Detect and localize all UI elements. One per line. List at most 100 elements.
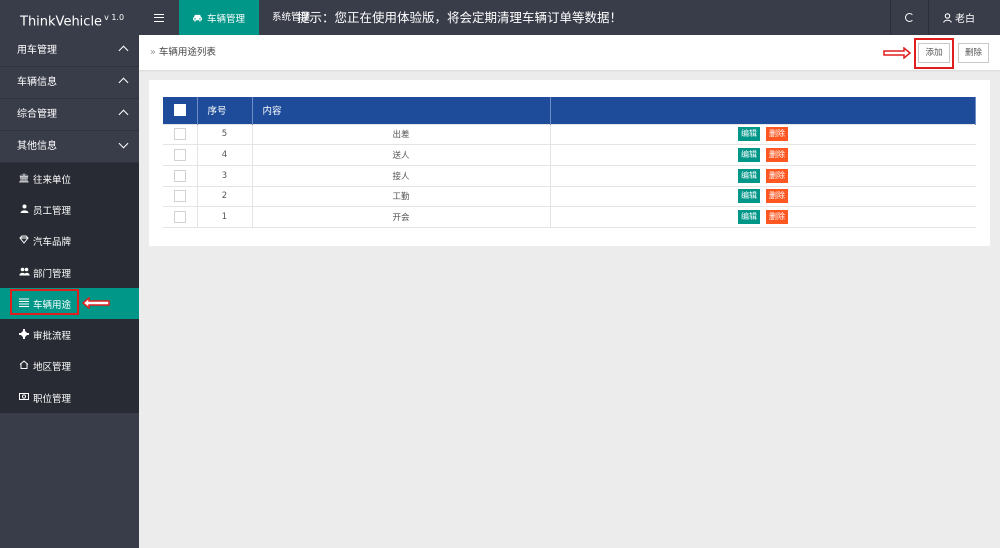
- row-content: 工勤: [252, 186, 551, 207]
- sidebar-group-vehicle-info[interactable]: 车辆信息: [0, 67, 139, 99]
- remove-button[interactable]: 删除: [766, 189, 788, 204]
- sidebar-item-departments[interactable]: 部门管理: [0, 257, 139, 288]
- remove-button[interactable]: 删除: [766, 210, 788, 225]
- row-content: 出差: [252, 124, 551, 145]
- workflow-icon: [18, 328, 30, 342]
- sidebar-item-label: 地区管理: [33, 362, 72, 374]
- select-all-checkbox[interactable]: [173, 104, 186, 117]
- table-card: 序号 内容 5 出差 编辑 删除 4 送人 编辑 删除 3 接人 编辑 删除 2…: [149, 80, 990, 246]
- annotation-highlight-box: [10, 289, 79, 315]
- sidebar-group-general[interactable]: 综合管理: [0, 99, 139, 131]
- remove-button[interactable]: 删除: [766, 127, 788, 142]
- sidebar-item-partners[interactable]: 🏛 往来单位: [0, 163, 139, 194]
- row-actions: 编辑 删除: [550, 207, 976, 228]
- breadcrumb-title: 车辆用途列表: [158, 47, 216, 58]
- bank-icon: 🏛: [18, 173, 30, 184]
- row-checkbox[interactable]: [173, 149, 186, 162]
- sidebar-group-label: 综合管理: [17, 109, 57, 120]
- sidebar-group-other[interactable]: 其他信息: [0, 131, 139, 163]
- sidebar-item-approval-flow[interactable]: 审批流程: [0, 319, 139, 350]
- delete-button[interactable]: 删除: [958, 43, 989, 63]
- table-row: 5 出差 编辑 删除: [163, 124, 976, 145]
- row-actions: 编辑 删除: [550, 145, 976, 166]
- hamburger-icon: [154, 13, 164, 22]
- row-select-cell: [163, 144, 198, 166]
- users-icon: [18, 267, 30, 279]
- edit-button[interactable]: 编辑: [738, 168, 760, 183]
- user-name: 老白: [955, 14, 975, 25]
- row-select-cell: [163, 186, 198, 207]
- row-content: 开会: [252, 206, 551, 228]
- tab-vehicle-label: 车辆管理: [207, 13, 246, 25]
- refresh-button[interactable]: [890, 0, 928, 35]
- remove-button[interactable]: 删除: [766, 168, 788, 183]
- row-checkbox[interactable]: [173, 211, 186, 224]
- remove-button[interactable]: 删除: [766, 148, 788, 163]
- row-index: 3: [197, 165, 253, 187]
- header-select-all[interactable]: [163, 97, 198, 124]
- edit-button[interactable]: 编辑: [738, 127, 760, 142]
- double-chevron-icon: »: [150, 47, 156, 58]
- home-icon: [18, 360, 30, 372]
- chevron-down-icon: [118, 138, 129, 149]
- edit-button[interactable]: 编辑: [738, 148, 760, 163]
- row-select-cell: [163, 165, 198, 187]
- sidebar-item-label: 员工管理: [33, 205, 72, 217]
- camera-icon: [18, 392, 30, 403]
- chevron-up-icon: [118, 77, 129, 88]
- version-label: v 1.0: [104, 13, 125, 22]
- row-select-cell: [163, 206, 198, 228]
- row-index: 1: [197, 206, 253, 228]
- table-row: 4 送人 编辑 删除: [163, 144, 976, 166]
- header-index: 序号: [197, 97, 253, 124]
- row-index: 5: [197, 124, 253, 145]
- tab-vehicle-management[interactable]: 车辆管理: [179, 0, 259, 35]
- breadcrumb: » 车辆用途列表: [150, 35, 216, 70]
- row-select-cell: [163, 124, 198, 145]
- sidebar-item-positions[interactable]: 职位管理: [0, 382, 139, 413]
- add-button[interactable]: 添加: [918, 43, 950, 63]
- sidebar-item-car-brands[interactable]: 汽车品牌: [0, 226, 139, 257]
- row-checkbox[interactable]: [173, 128, 186, 141]
- edit-button[interactable]: 编辑: [738, 189, 760, 204]
- table-row: 2 工勤 编辑 删除: [163, 186, 976, 207]
- table-header-row: 序号 内容: [163, 97, 976, 124]
- row-index: 2: [197, 186, 253, 207]
- main-content: » 车辆用途列表 添加 删除 序号 内容 5 出差 编辑 删除 4 送人 编辑 …: [139, 35, 1000, 548]
- car-icon: [193, 14, 202, 22]
- user-menu[interactable]: 老白: [928, 0, 1000, 35]
- row-checkbox[interactable]: [173, 190, 186, 203]
- sidebar-item-label: 部门管理: [33, 268, 72, 280]
- sidebar-item-employees[interactable]: 员工管理: [0, 194, 139, 225]
- row-actions: 编辑 删除: [550, 186, 976, 207]
- user-icon: [943, 12, 952, 23]
- row-content: 送人: [252, 144, 551, 166]
- header-actions: [550, 97, 976, 124]
- row-checkbox[interactable]: [173, 169, 186, 182]
- chevron-up-icon: [118, 45, 129, 56]
- brand-logo[interactable]: ThinkVehicle v 1.0: [0, 0, 139, 35]
- notice-banner: 提示：您正在使用体验版，将会定期清理车辆订单等数据！: [297, 10, 623, 25]
- sidebar-group-label: 其他信息: [17, 141, 57, 152]
- table-row: 3 接人 编辑 删除: [163, 165, 976, 187]
- menu-toggle-button[interactable]: [139, 0, 179, 35]
- sidebar-item-label: 审批流程: [33, 331, 72, 343]
- sidebar-group-car-use[interactable]: 用车管理: [0, 35, 139, 67]
- refresh-icon: [905, 13, 914, 22]
- sidebar-group-label: 车辆信息: [17, 77, 57, 88]
- purposes-table: 序号 内容 5 出差 编辑 删除 4 送人 编辑 删除 3 接人 编辑 删除 2…: [163, 97, 976, 228]
- table-row: 1 开会 编辑 删除: [163, 206, 976, 228]
- sidebar-item-label: 往来单位: [33, 174, 72, 186]
- diamond-icon: [18, 235, 30, 247]
- brand-name: ThinkVehicle: [20, 14, 103, 30]
- sidebar-item-label: 汽车品牌: [33, 237, 72, 249]
- top-bar: ThinkVehicle v 1.0 车辆管理 系统管理 提示：您正在使用体验版，…: [0, 0, 1000, 35]
- edit-button[interactable]: 编辑: [738, 210, 760, 225]
- row-content: 接人: [252, 165, 551, 187]
- sidebar-item-regions[interactable]: 地区管理: [0, 351, 139, 382]
- chevron-up-icon: [118, 109, 129, 120]
- header-content: 内容: [252, 97, 551, 124]
- row-actions: 编辑 删除: [550, 165, 976, 186]
- annotation-right-arrow-icon: [883, 47, 911, 59]
- user-icon: [18, 204, 30, 216]
